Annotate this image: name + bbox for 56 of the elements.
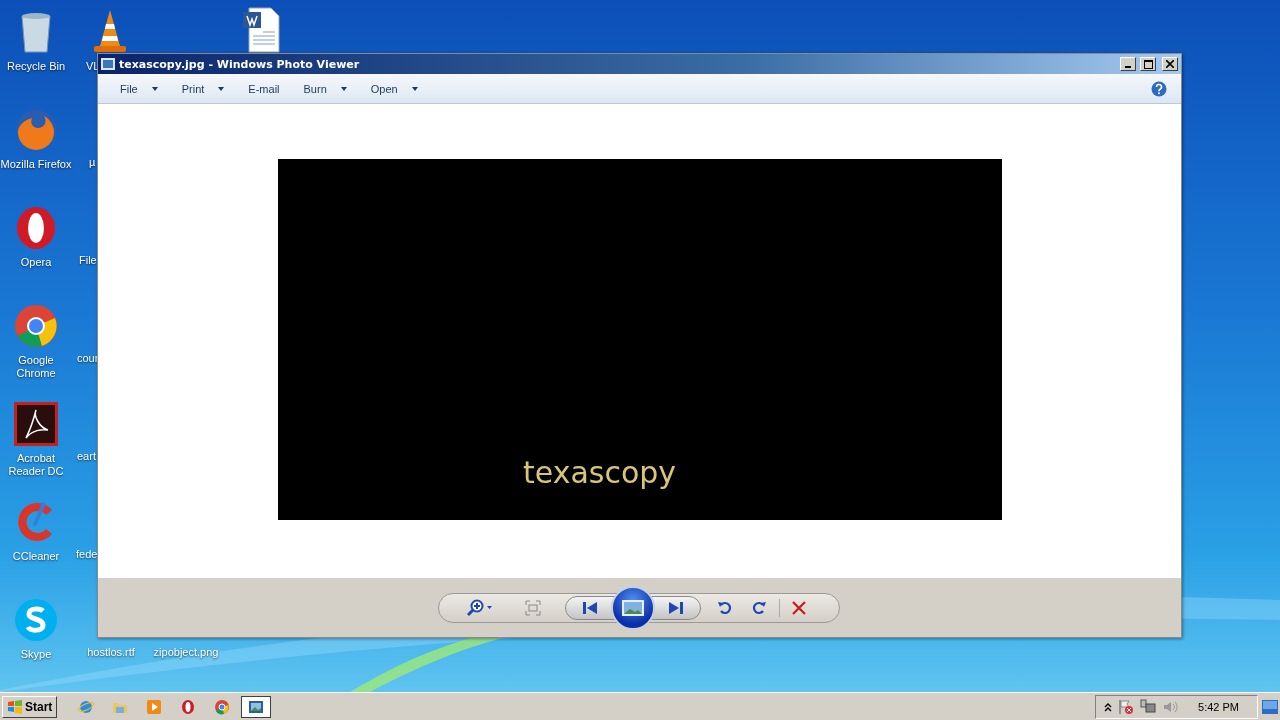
window-title: texascopy.jpg - Windows Photo Viewer <box>119 57 361 71</box>
show-desktop-icon[interactable] <box>1262 699 1278 714</box>
photo-text: texascopy <box>522 454 677 490</box>
next-button[interactable] <box>650 595 701 620</box>
opera-icon <box>180 698 197 715</box>
minimize-button[interactable] <box>1120 57 1136 71</box>
menu-item[interactable]: Print <box>173 78 233 99</box>
help-icon[interactable] <box>1151 80 1167 97</box>
media-player-icon <box>146 698 163 715</box>
chevron-up-icon[interactable] <box>1104 701 1113 712</box>
close-icon <box>1166 60 1174 68</box>
maximize-button[interactable] <box>1140 57 1156 71</box>
delete-button[interactable] <box>789 598 808 617</box>
picture-icon <box>621 599 644 616</box>
desktop-icon-label[interactable]: Acrobat Reader DC <box>0 452 72 478</box>
next-icon <box>668 601 683 614</box>
flag-icon[interactable] <box>1118 698 1135 715</box>
previous-icon <box>582 601 597 614</box>
delete-icon <box>791 600 806 615</box>
menu-item[interactable]: Open <box>362 78 426 99</box>
desktop-icon-label[interactable]: Opera <box>20 256 52 269</box>
acrobat-icon <box>12 400 60 448</box>
desktop-icon-label[interactable]: eart <box>77 450 96 463</box>
network-icon[interactable] <box>1140 698 1157 715</box>
rotate-left-icon <box>716 599 733 616</box>
windows-logo-icon <box>7 699 23 714</box>
desktop-icon-label[interactable]: µ <box>89 156 96 169</box>
photo-viewer-icon <box>101 58 115 70</box>
desktop-icon-label[interactable]: File <box>79 254 97 267</box>
desktop-icon-label[interactable]: Recycle Bin <box>6 60 66 73</box>
zoom-icon <box>466 598 493 617</box>
menu-item[interactable]: File <box>112 78 166 99</box>
menu-item[interactable]: Burn <box>295 78 355 99</box>
chrome-icon <box>12 302 60 350</box>
close-button[interactable] <box>1162 57 1178 71</box>
caret-icon <box>218 86 225 91</box>
desktop-icon-label[interactable]: Mozilla Firefox <box>0 158 72 171</box>
desktop-icon-label[interactable]: cour <box>77 352 99 365</box>
previous-button[interactable] <box>564 595 615 620</box>
caret-icon <box>340 86 347 91</box>
desktop-icon-label[interactable]: Google Chrome <box>0 354 72 380</box>
desktop-icon-label[interactable]: CCleaner <box>12 550 60 563</box>
fit-icon <box>524 599 541 616</box>
maximize-icon <box>1143 59 1153 69</box>
clock[interactable]: 5:42 PM <box>1198 700 1239 713</box>
chrome-icon <box>214 698 231 715</box>
caret-icon <box>151 86 158 91</box>
menu-item[interactable]: E-mail <box>240 78 288 99</box>
desktop-icon-label[interactable]: fede <box>76 548 98 561</box>
internet-explorer-icon <box>78 698 95 715</box>
rotate-right-icon <box>750 599 767 616</box>
taskbar-app-button[interactable] <box>241 695 272 718</box>
caret-icon <box>411 86 418 91</box>
photo-viewer-icon <box>248 698 265 715</box>
start-button[interactable]: Start <box>2 695 58 718</box>
skype-icon <box>12 596 60 644</box>
